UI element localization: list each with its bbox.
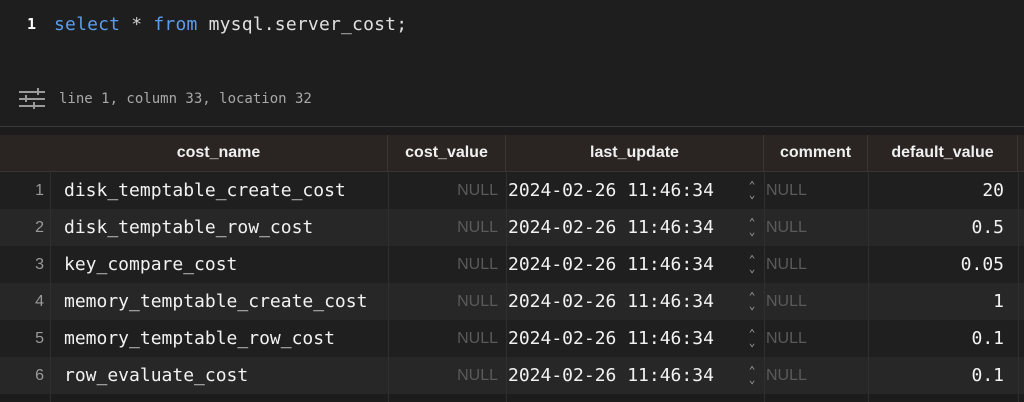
column-header-comment[interactable]: comment (764, 135, 868, 171)
sql-code[interactable]: select * from mysql.server_cost; (54, 14, 407, 35)
row-number: 2 (0, 209, 44, 246)
cell-comment[interactable]: NULL (766, 172, 866, 209)
cell-cost-value[interactable]: NULL (388, 246, 500, 283)
cell-last-update[interactable]: 2024-02-26 11:46:34 (508, 209, 738, 246)
grid-header: cost_name cost_value last_update comment… (0, 135, 1024, 172)
cursor-location: line 1, column 33, location 32 (59, 91, 312, 107)
cell-cost-name[interactable]: disk_temptable_create_cost (64, 172, 384, 209)
table-identifier: mysql.server_cost; (209, 14, 408, 35)
stepper-icon[interactable]: ⌃⌄ (742, 320, 762, 357)
cell-cost-value[interactable]: NULL (388, 357, 500, 394)
cell-default-value[interactable]: 0.05 (868, 246, 1004, 283)
cell-default-value[interactable]: 0.5 (868, 209, 1004, 246)
keyword-select: select (54, 14, 120, 35)
line-number: 1 (0, 15, 36, 33)
row-number: 4 (0, 283, 44, 320)
cell-cost-name[interactable]: disk_temptable_row_cost (64, 209, 384, 246)
cell-comment[interactable]: NULL (766, 320, 866, 357)
cell-cost-name[interactable]: memory_temptable_row_cost (64, 320, 384, 357)
cell-default-value[interactable]: 0.1 (868, 357, 1004, 394)
cell-default-value[interactable]: 20 (868, 172, 1004, 209)
code-line[interactable]: 1 select * from mysql.server_cost; (0, 6, 1024, 42)
stepper-icon[interactable]: ⌃⌄ (742, 209, 762, 246)
table-row[interactable]: 6row_evaluate_costNULL2024-02-26 11:46:3… (0, 357, 1024, 394)
cell-comment[interactable]: NULL (766, 209, 866, 246)
sql-editor[interactable]: 1 select * from mysql.server_cost; line … (0, 0, 1024, 120)
cell-last-update[interactable]: 2024-02-26 11:46:34 (508, 246, 738, 283)
cell-comment[interactable]: NULL (766, 357, 866, 394)
stepper-icon[interactable]: ⌃⌄ (742, 357, 762, 394)
sliders-icon[interactable] (19, 88, 45, 110)
cell-comment[interactable]: NULL (766, 283, 866, 320)
row-number: 5 (0, 320, 44, 357)
table-row[interactable]: 2disk_temptable_row_costNULL2024-02-26 1… (0, 209, 1024, 246)
column-header-cost-name[interactable]: cost_name (50, 135, 388, 171)
row-number: 3 (0, 246, 44, 283)
table-row[interactable]: 4memory_temptable_create_costNULL2024-02… (0, 283, 1024, 320)
cell-last-update[interactable]: 2024-02-26 11:46:34 (508, 283, 738, 320)
column-header-last-update[interactable]: last_update (506, 135, 764, 171)
cell-comment[interactable]: NULL (766, 246, 866, 283)
cell-last-update[interactable]: 2024-02-26 11:46:34 (508, 357, 738, 394)
table-row[interactable]: 3key_compare_costNULL2024-02-26 11:46:34… (0, 246, 1024, 283)
cell-cost-name[interactable]: row_evaluate_cost (64, 357, 384, 394)
operator-star: * (131, 14, 142, 35)
results-grid[interactable]: cost_name cost_value last_update comment… (0, 127, 1024, 402)
column-header-default-value[interactable]: default_value (868, 135, 1018, 171)
stepper-icon[interactable]: ⌃⌄ (742, 283, 762, 320)
keyword-from: from (153, 14, 197, 35)
cell-cost-value[interactable]: NULL (388, 209, 500, 246)
cell-default-value[interactable]: 0.1 (868, 320, 1004, 357)
row-number: 1 (0, 172, 44, 209)
cell-cost-value[interactable]: NULL (388, 320, 500, 357)
cell-cost-name[interactable]: key_compare_cost (64, 246, 384, 283)
table-row[interactable]: 1disk_temptable_create_costNULL2024-02-2… (0, 172, 1024, 209)
cell-cost-name[interactable]: memory_temptable_create_cost (64, 283, 384, 320)
row-number: 6 (0, 357, 44, 394)
cell-last-update[interactable]: 2024-02-26 11:46:34 (508, 320, 738, 357)
stepper-icon[interactable]: ⌃⌄ (742, 172, 762, 209)
column-header-cost-value[interactable]: cost_value (388, 135, 506, 171)
cell-cost-value[interactable]: NULL (388, 172, 500, 209)
cell-cost-value[interactable]: NULL (388, 283, 500, 320)
table-row[interactable]: 5memory_temptable_row_costNULL2024-02-26… (0, 320, 1024, 357)
stepper-icon[interactable]: ⌃⌄ (742, 246, 762, 283)
cell-last-update[interactable]: 2024-02-26 11:46:34 (508, 172, 738, 209)
cell-default-value[interactable]: 1 (868, 283, 1004, 320)
editor-status-bar: line 1, column 33, location 32 (0, 82, 1024, 116)
